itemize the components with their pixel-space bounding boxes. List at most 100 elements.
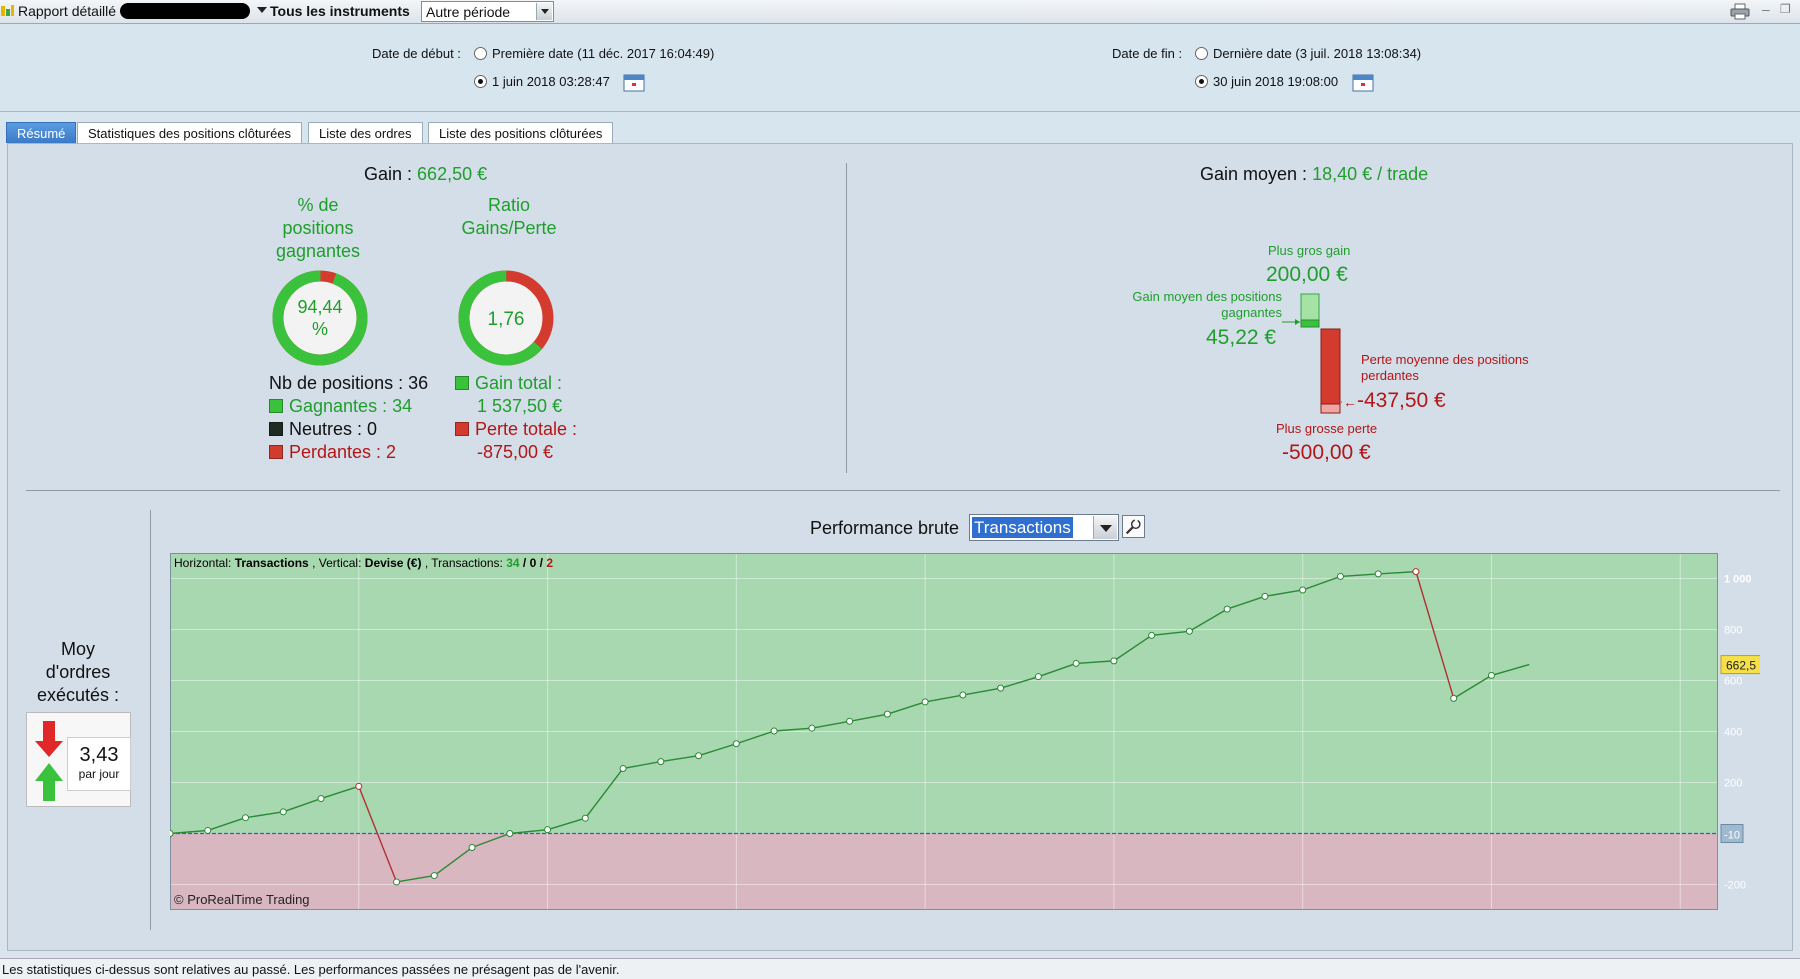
perte-totale-label: Perte totale : (475, 419, 578, 439)
avg-loss-label: Perte moyenne des positions perdantes (1361, 352, 1529, 384)
trade-point (846, 717, 854, 725)
perte-totale-swatch (455, 422, 469, 436)
orders-per-day-card: 3,43 par jour (26, 712, 131, 807)
end-last-date-radio[interactable] (1195, 47, 1208, 60)
gain-total-swatch (455, 376, 469, 390)
end-custom-date-radio[interactable] (1195, 75, 1208, 88)
trade-point (1072, 659, 1080, 667)
start-date-label: Date de début : (372, 46, 461, 61)
biggest-loss-label: Plus grosse perte (1276, 421, 1378, 436)
orders-title-line: exécutés : (36, 685, 120, 705)
win-pct-title-line: positions (282, 218, 354, 238)
section-divider (26, 490, 1780, 491)
trade-point (468, 844, 476, 852)
y-tick-label: 600 (1724, 676, 1742, 688)
win-pct-unit: % (312, 319, 328, 339)
avg-win-label-line: gagnantes (1221, 305, 1282, 320)
losers-count: Perdantes : 2 (289, 442, 397, 462)
trade-point (544, 826, 552, 834)
positions-breakdown: Nb de positions : 36 Gagnantes : 34 Neut… (269, 372, 428, 464)
chart-header-separator: / (540, 556, 544, 570)
orders-title: Moy d'ordres exécutés : (26, 638, 130, 707)
avg-win-label: Gain moyen des positions gagnantes (1110, 289, 1282, 321)
buy-sell-arrows-icon (35, 721, 63, 801)
avg-loss-label-line: perdantes (1361, 368, 1419, 383)
start-date-value[interactable]: 1 juin 2018 03:28:47 (492, 74, 610, 89)
end-date-label: Date de fin : (1112, 46, 1183, 61)
instruments-selector[interactable]: Tous les instruments (270, 3, 410, 19)
positive-region (170, 553, 1718, 834)
chart-copyright: © ProRealTime Trading (174, 892, 310, 907)
trade-point (997, 684, 1005, 692)
biggest-gain-value: 200,00 € (1266, 263, 1348, 286)
trade-point (581, 814, 589, 822)
trade-point (732, 740, 740, 748)
tab-resume[interactable]: Résumé (6, 122, 77, 143)
end-date-value[interactable]: 30 juin 2018 19:08:00 (1213, 74, 1338, 89)
restore-window-icon[interactable]: ❐ (1780, 2, 1791, 16)
chart-header-losses: 2 (546, 556, 553, 570)
ratio-title-line: Ratio (487, 195, 531, 215)
tab-closed-positions-stats[interactable]: Statistiques des positions clôturées (77, 122, 303, 143)
totals-breakdown: Gain total : 1 537,50 € Perte totale : -… (455, 372, 577, 464)
trade-point (430, 872, 438, 880)
trade-point (393, 878, 401, 886)
losers-legend-swatch (269, 445, 283, 459)
start-custom-date-radio[interactable] (474, 75, 487, 88)
calendar-icon[interactable] (623, 73, 645, 92)
chart-header-v-value: Devise (€) (365, 556, 422, 570)
chart-header-t-label: , Transactions: (425, 556, 503, 570)
minimize-icon[interactable]: – (1762, 1, 1770, 17)
period-select[interactable]: Autre période (421, 1, 554, 22)
tab-order-list[interactable]: Liste des ordres (308, 122, 423, 143)
trade-point (808, 724, 816, 732)
y-tick-label: 200 (1724, 778, 1742, 790)
start-first-date-radio[interactable] (474, 47, 487, 60)
ratio-title-line: Gains/Perte (461, 218, 557, 238)
chevron-down-icon[interactable] (1093, 516, 1117, 539)
arrow-left-icon: ← (1343, 394, 1357, 410)
trade-point (770, 727, 778, 735)
chart-header-wins: 34 (506, 556, 520, 570)
performance-mode-select[interactable]: Transactions (969, 514, 1119, 541)
report-icon[interactable] (0, 4, 14, 18)
performance-chart: 5101520253035401 000800600400200-200-106… (170, 553, 1760, 910)
chart-header-separator: / (523, 556, 527, 570)
zero-marker-label: -10 (1724, 830, 1740, 842)
calendar-icon[interactable] (1352, 73, 1374, 92)
trade-point (921, 698, 929, 706)
avg-loss-value: ←-437,50 € (1343, 389, 1446, 413)
tab-bar: Résumé Statistiques des positions clôtur… (0, 112, 1800, 144)
avg-loss-amount: -437,50 € (1357, 389, 1446, 412)
orders-title-line: Moy (60, 639, 95, 659)
y-tick-label: 1 000 (1724, 574, 1752, 586)
chevron-down-icon[interactable] (257, 7, 267, 13)
wrench-icon[interactable] (1122, 515, 1145, 538)
win-pct-value: 94,44 (297, 297, 342, 317)
trade-point (317, 795, 325, 803)
orders-per-day-value: 3,43 (79, 744, 119, 766)
win-percentage-title: % de positions gagnantes (266, 194, 370, 263)
neutral-count: Neutres : 0 (289, 419, 378, 439)
trade-point (959, 691, 967, 699)
trade-point (1487, 671, 1495, 679)
win-pct-title-line: gagnantes (275, 241, 361, 261)
start-first-date-option[interactable]: Première date (11 déc. 2017 16:04:49) (492, 46, 714, 61)
tab-closed-positions-list[interactable]: Liste des positions clôturées (428, 122, 614, 143)
average-gain-summary: Gain moyen : 18,40 € / trade (1200, 164, 1428, 185)
trade-point (242, 814, 250, 822)
print-icon[interactable] (1730, 3, 1750, 20)
trade-point (506, 830, 514, 837)
chevron-down-icon[interactable] (536, 3, 552, 20)
trade-point (1261, 592, 1269, 600)
orders-per-day-unit: par jour (78, 767, 120, 781)
trade-point (695, 752, 703, 760)
end-last-date-option[interactable]: Dernière date (3 juil. 2018 13:08:34) (1213, 46, 1421, 61)
y-tick-label: 400 (1724, 727, 1742, 739)
y-tick-label: -200 (1724, 880, 1746, 892)
chart-header-v-label: , Vertical: (312, 556, 361, 570)
perte-totale-value: -875,00 € (477, 442, 554, 462)
period-select-value: Autre période (426, 4, 511, 20)
neutral-legend-swatch (269, 422, 283, 436)
win-pct-title-line: % de (297, 195, 339, 215)
